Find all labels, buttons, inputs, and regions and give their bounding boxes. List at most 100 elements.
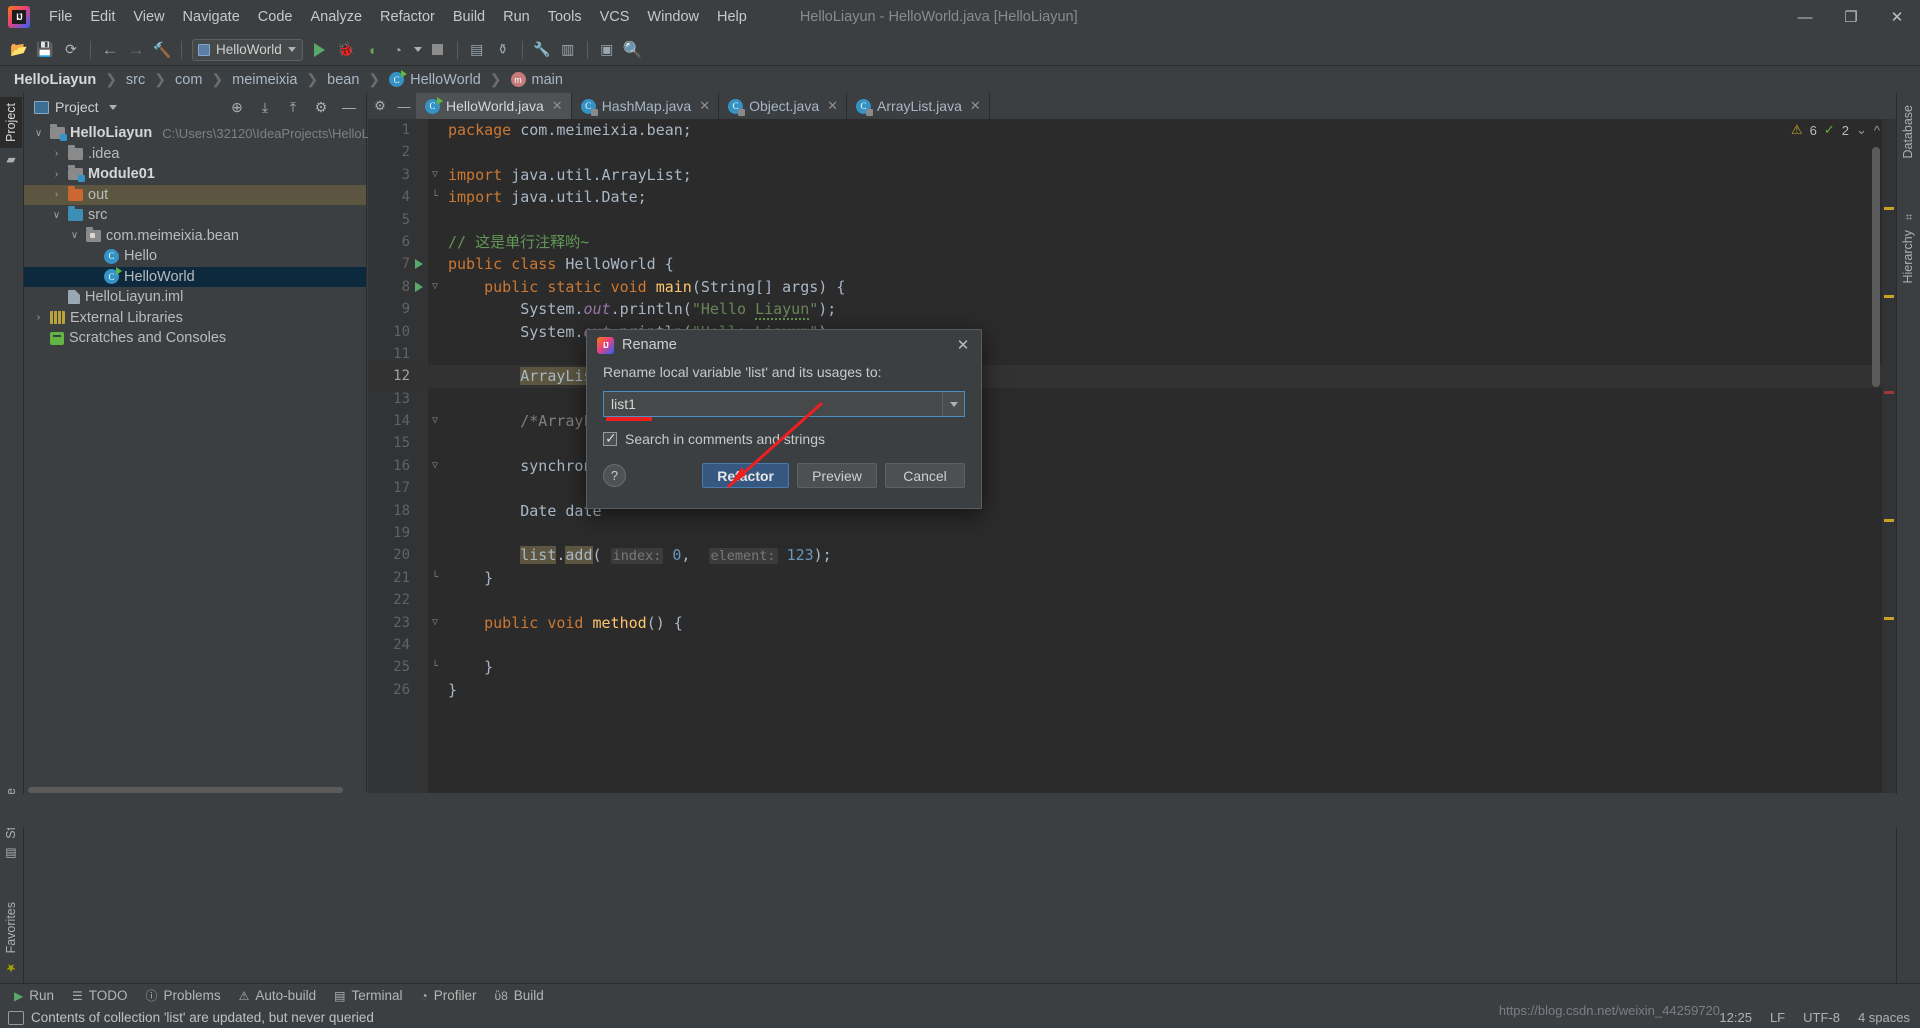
run-gutter-icon[interactable]: [410, 276, 428, 298]
preview-button[interactable]: Preview: [797, 463, 877, 488]
statusbar-item-run[interactable]: ▶ Run: [8, 986, 66, 1005]
inspection-settings-icon[interactable]: ⌄: [1856, 122, 1867, 138]
code-fold-icon[interactable]: └: [428, 656, 442, 678]
editor-tab-object-java[interactable]: C Object.java ✕: [719, 93, 848, 119]
tree-node-helloliayun-iml[interactable]: HelloLiayun.iml: [24, 287, 366, 308]
code-fold-icon[interactable]: ▽: [428, 276, 442, 298]
save-icon[interactable]: 💾: [32, 38, 58, 62]
sidebar-item-hierarchy[interactable]: Hierarchy: [1897, 224, 1919, 290]
editor-tab-helloworld-java[interactable]: C HelloWorld.java ✕: [416, 93, 572, 119]
close-icon[interactable]: ✕: [953, 336, 973, 354]
open-folder-icon[interactable]: 📂: [6, 38, 32, 62]
menu-item-code[interactable]: Code: [249, 6, 302, 28]
chevron-down-icon[interactable]: [108, 104, 117, 110]
statusbar-item-todo[interactable]: ☰ TODO: [66, 986, 140, 1005]
chevron-right-icon[interactable]: ›: [50, 169, 63, 180]
tree-node-helloworld[interactable]: C HelloWorld: [24, 266, 366, 287]
close-button[interactable]: ✕: [1874, 0, 1920, 34]
tree-node-module01[interactable]: › Module01: [24, 164, 366, 185]
line-separator[interactable]: LF: [1770, 1010, 1785, 1025]
menu-item-navigate[interactable]: Navigate: [174, 6, 249, 28]
tree-node-hello[interactable]: C Hello: [24, 246, 366, 267]
code-line[interactable]: 6 // 这是单行注释哟~: [368, 231, 1896, 253]
chevron-right-icon[interactable]: ›: [50, 189, 63, 200]
indent-setting[interactable]: 4 spaces: [1858, 1010, 1910, 1025]
code-line[interactable]: 22: [368, 589, 1896, 611]
close-tab-icon[interactable]: ✕: [699, 98, 710, 114]
chevron-right-icon[interactable]: ›: [32, 312, 45, 323]
tree-node-external-libraries[interactable]: › External Libraries: [24, 308, 366, 329]
code-line[interactable]: 1 package com.meimeixia.bean;: [368, 119, 1896, 141]
statusbar-item-terminal[interactable]: ▤ Terminal: [328, 986, 414, 1005]
inspection-collapse-icon[interactable]: ^: [1874, 123, 1880, 138]
run-gutter-icon[interactable]: [410, 253, 428, 275]
code-fold-icon[interactable]: └: [428, 186, 442, 208]
tabs-gear-icon[interactable]: ⚙: [368, 93, 392, 119]
tree-node-com-meimeixia-bean[interactable]: ∨ com.meimeixia.bean: [24, 226, 366, 247]
code-line[interactable]: 3 ▽ import java.util.ArrayList;: [368, 164, 1896, 186]
chevron-right-icon[interactable]: ›: [50, 148, 63, 159]
code-fold-icon[interactable]: ▽: [428, 410, 442, 432]
device-manager-icon[interactable]: ▤: [464, 38, 490, 62]
maximize-button[interactable]: ❐: [1828, 0, 1874, 34]
code-fold-icon[interactable]: ▽: [428, 164, 442, 186]
run-icon[interactable]: [307, 38, 333, 62]
sync-icon[interactable]: ⟳: [58, 38, 84, 62]
statusbar-item-auto-build[interactable]: ⚠ Auto-build: [233, 986, 329, 1005]
tree-node-src[interactable]: ∨ src: [24, 205, 366, 226]
profile-icon[interactable]: ◔: [385, 38, 411, 62]
project-horizontal-scrollbar[interactable]: [24, 786, 367, 794]
debug-icon[interactable]: 🐞: [333, 38, 359, 62]
code-line[interactable]: 7 public class HelloWorld {: [368, 253, 1896, 275]
project-structure-icon[interactable]: ▥: [555, 38, 581, 62]
search-comments-checkbox[interactable]: [603, 430, 617, 447]
code-fold-icon[interactable]: ▽: [428, 612, 442, 634]
run-configuration-selector[interactable]: HelloWorld: [192, 38, 303, 61]
run-coverage-icon[interactable]: ◖: [359, 38, 385, 62]
tree-node-scratches-and-consoles[interactable]: Scratches and Consoles: [24, 328, 366, 349]
sidebar-item-project[interactable]: Project: [0, 97, 22, 148]
code-line[interactable]: 5: [368, 209, 1896, 231]
help-button[interactable]: ?: [603, 464, 626, 487]
sidebar-item-database[interactable]: Database: [1897, 99, 1919, 165]
breadcrumb-item-main[interactable]: m main: [507, 71, 567, 89]
minimize-button[interactable]: —: [1782, 0, 1828, 34]
menu-item-vcs[interactable]: VCS: [591, 6, 639, 28]
statusbar-item-build[interactable]: ὒ8 Build: [489, 986, 556, 1005]
sdk-manager-icon[interactable]: ⚱: [490, 38, 516, 62]
chevron-down-icon[interactable]: [942, 392, 964, 416]
menu-item-run[interactable]: Run: [494, 6, 539, 28]
rail-folder-icon[interactable]: ▰: [0, 148, 22, 170]
tree-node-helloliayun[interactable]: ∨ HelloLiayun C:\Users\32120\IdeaProjects\…: [24, 123, 379, 144]
statusbar-item-problems[interactable]: ⓘ Problems: [140, 985, 233, 1006]
code-line[interactable]: 2: [368, 141, 1896, 163]
search-comments-row[interactable]: Search in comments and strings: [603, 430, 965, 447]
stop-icon[interactable]: [425, 38, 451, 62]
close-tab-icon[interactable]: ✕: [827, 98, 838, 114]
sidebar-item-favorites[interactable]: Favorites: [0, 896, 22, 959]
gear-icon[interactable]: ⚙: [310, 96, 332, 118]
breadcrumb-item-helloliayun[interactable]: HelloLiayun: [10, 71, 100, 89]
refactor-button[interactable]: Refactor: [702, 463, 789, 488]
build-hammer-icon[interactable]: 🔨: [149, 38, 175, 62]
editor-tab-arraylist-java[interactable]: C ArrayList.java ✕: [847, 93, 990, 119]
menu-item-edit[interactable]: Edit: [81, 6, 124, 28]
editor-vertical-scrollbar[interactable]: [1872, 119, 1882, 793]
breadcrumb-item-com[interactable]: com: [171, 71, 206, 89]
menu-item-refactor[interactable]: Refactor: [371, 6, 444, 28]
code-line[interactable]: 24: [368, 634, 1896, 656]
target-locate-icon[interactable]: ⊕: [226, 96, 248, 118]
menu-item-tools[interactable]: Tools: [539, 6, 591, 28]
code-line[interactable]: 4 └ import java.util.Date;: [368, 186, 1896, 208]
code-line[interactable]: 19: [368, 522, 1896, 544]
chevron-down-icon[interactable]: ∨: [50, 210, 63, 221]
breadcrumb-item-src[interactable]: src: [122, 71, 149, 89]
wrench-icon[interactable]: 🔧: [529, 38, 555, 62]
code-line[interactable]: 9 System.out.println("Hello Liayun");: [368, 298, 1896, 321]
back-arrow-icon[interactable]: ←: [97, 38, 123, 62]
file-encoding[interactable]: UTF-8: [1803, 1010, 1840, 1025]
editor-tab-hashmap-java[interactable]: C HashMap.java ✕: [571, 93, 720, 119]
search-everywhere-icon[interactable]: 🔍: [620, 38, 646, 62]
editor-marker-track[interactable]: [1882, 119, 1896, 793]
close-tab-icon[interactable]: ✕: [552, 98, 563, 114]
